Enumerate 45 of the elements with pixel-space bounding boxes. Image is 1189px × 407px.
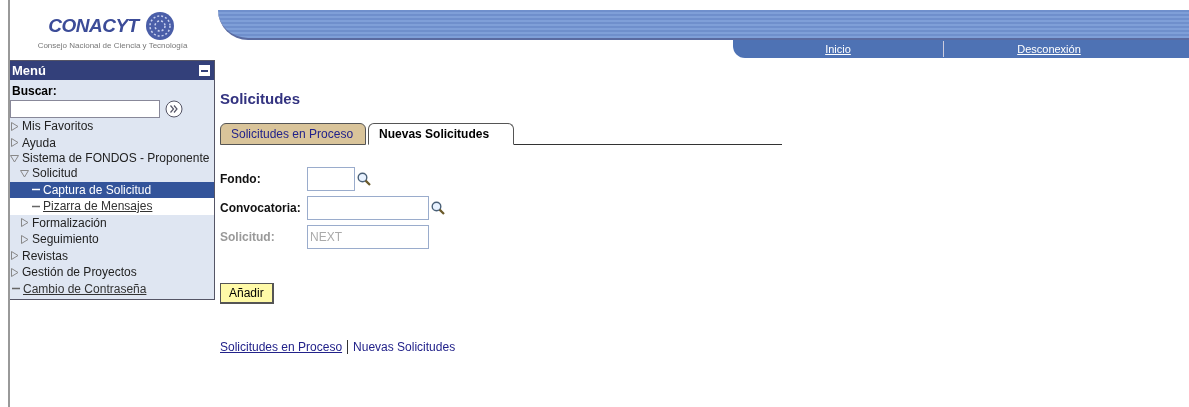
menu-title: Menú: [12, 63, 46, 78]
dash-icon: [32, 204, 40, 208]
text-field[interactable]: [307, 196, 429, 220]
menu-folder-row[interactable]: Seguimiento: [10, 231, 214, 248]
menu-folder-label: Formalización: [32, 215, 107, 230]
logo-subtitle: Consejo Nacional de Ciencia y Tecnología: [37, 40, 188, 50]
menu-folder-label: Mis Favoritos: [22, 119, 94, 134]
menu-folder-row[interactable]: Formalización: [10, 214, 214, 231]
menu-link-label: Cambio de Contraseña: [23, 281, 147, 296]
menu-link-row[interactable]: Cambio de Contraseña: [10, 280, 214, 297]
menu-link-label: Pizarra de Mensajes: [43, 199, 153, 214]
field-label: Fondo:: [220, 172, 262, 186]
search-field[interactable]: [10, 100, 160, 118]
header-link[interactable]: Desconexión: [944, 43, 1154, 55]
collapse-icon[interactable]: [199, 65, 210, 76]
page-title: Solicitudes: [220, 90, 302, 107]
footer-link[interactable]: Nuevas Solicitudes: [353, 340, 456, 354]
field-label: Convocatoria:: [220, 201, 302, 215]
search-icon[interactable]: [357, 172, 371, 186]
menu-link-row[interactable]: Pizarra de Mensajes: [10, 198, 214, 215]
menu-folder-label: Solicitud: [32, 166, 78, 181]
menu-link-label: Captura de Solicitud: [43, 182, 152, 197]
header-link[interactable]: Inicio: [733, 43, 943, 55]
search-go-icon[interactable]: [165, 100, 183, 118]
menu-folder-label: Ayuda: [22, 135, 56, 150]
footer-link[interactable]: Solicitudes en Proceso: [220, 340, 343, 354]
tab[interactable]: Nuevas Solicitudes: [368, 123, 515, 145]
add-button[interactable]: Añadir: [220, 283, 274, 304]
tab[interactable]: Solicitudes en Proceso: [220, 123, 367, 145]
menu-folder-row[interactable]: Solicitud: [10, 165, 214, 182]
search-icon[interactable]: [431, 201, 445, 215]
menu-folder-row[interactable]: Ayuda: [10, 134, 214, 151]
field-label: Solicitud:: [220, 230, 276, 244]
dash-icon: [12, 287, 20, 291]
menu-folder-row[interactable]: Revistas: [10, 247, 214, 264]
menu-folder-row[interactable]: Mis Favoritos: [10, 118, 214, 135]
menu-folder-label: Revistas: [22, 248, 68, 263]
menu-folder-label: Gestión de Proyectos: [22, 265, 137, 280]
search-label: Buscar:: [11, 83, 58, 100]
text-field[interactable]: [307, 167, 355, 191]
menu-folder-label: Seguimiento: [32, 232, 99, 247]
menu-link-row[interactable]: Captura de Solicitud: [10, 181, 214, 198]
menu-folder-row[interactable]: Gestión de Proyectos: [10, 264, 214, 281]
logo-name: CONACYT: [48, 14, 139, 37]
dash-icon: [32, 188, 40, 192]
